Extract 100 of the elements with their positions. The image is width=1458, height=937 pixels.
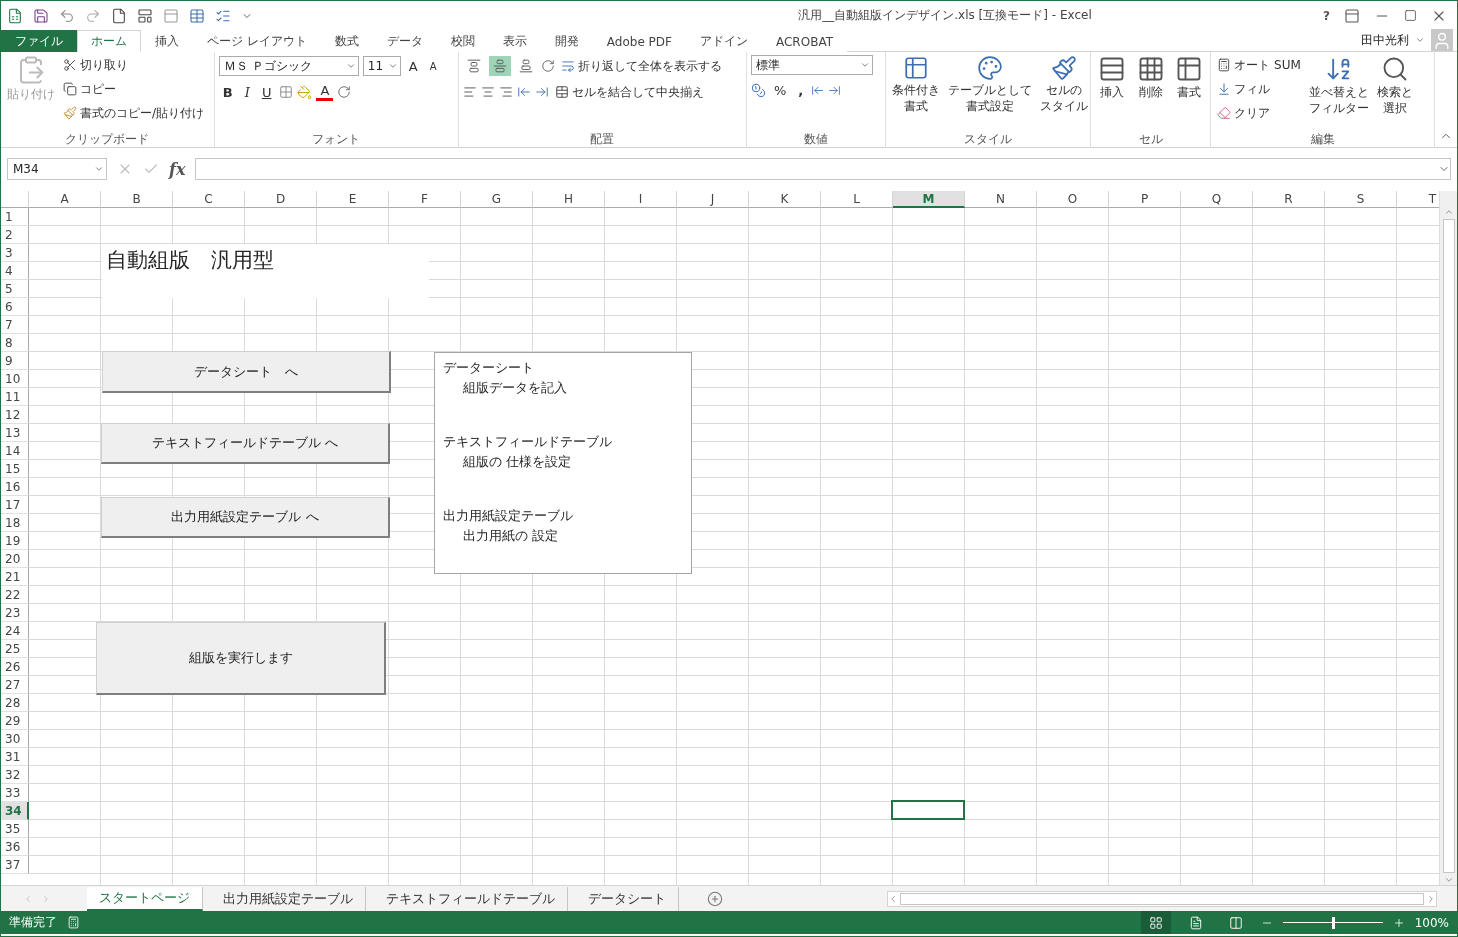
column-header[interactable]: H	[533, 191, 605, 208]
format-painter-button[interactable]: 書式のコピー/貼り付け	[61, 103, 207, 123]
new-file-icon[interactable]	[111, 7, 127, 24]
layout-icon[interactable]	[137, 7, 153, 24]
column-header[interactable]: J	[677, 191, 749, 208]
row-header[interactable]: 26	[1, 658, 29, 676]
cut-button[interactable]: 切り取り	[61, 55, 207, 75]
scroll-right-icon[interactable]	[1426, 893, 1436, 904]
cell-button[interactable]: 削除	[1133, 55, 1168, 131]
column-header[interactable]: G	[461, 191, 533, 208]
ribbon-display-icon[interactable]	[1344, 7, 1360, 24]
row-header[interactable]: 37	[1, 856, 29, 874]
row-header[interactable]: 34	[1, 802, 29, 820]
sheet-tab[interactable]: 出力用紙設定テーブル	[211, 886, 366, 911]
comma-button[interactable]: ,	[794, 80, 808, 100]
scrollbar-thumb[interactable]	[900, 892, 1424, 905]
row-header[interactable]: 13	[1, 424, 29, 442]
column-header[interactable]: S	[1325, 191, 1397, 208]
number-format-field[interactable]: 標準	[750, 55, 873, 75]
scrollbar-thumb[interactable]	[1442, 219, 1455, 873]
column-header[interactable]: P	[1109, 191, 1181, 208]
row-header[interactable]: 36	[1, 838, 29, 856]
row-header[interactable]: 35	[1, 820, 29, 838]
dropdown-icon[interactable]	[859, 60, 870, 70]
ribbon-tab[interactable]: ホーム	[77, 30, 141, 52]
merge-center-button[interactable]: セルを結合して中央揃え	[552, 82, 706, 102]
percent-button[interactable]: %	[769, 80, 791, 100]
column-header[interactable]: B	[101, 191, 173, 208]
row-header[interactable]: 22	[1, 586, 29, 604]
save-icon[interactable]	[33, 7, 49, 24]
wrap-text-button[interactable]: 折り返して全体を表示する	[558, 56, 724, 76]
decrease-indent-icon[interactable]	[516, 85, 531, 99]
grow-font-button[interactable]: A	[404, 56, 422, 76]
row-header[interactable]: 11	[1, 388, 29, 406]
dropdown-icon[interactable]	[387, 61, 398, 71]
row-header[interactable]: 4	[1, 262, 29, 280]
row-header[interactable]: 28	[1, 694, 29, 712]
autosum-button[interactable]: オート SUM	[1215, 55, 1303, 75]
row-header[interactable]: 33	[1, 784, 29, 802]
user-avatar[interactable]	[1431, 29, 1453, 51]
currency-icon[interactable]	[750, 82, 766, 98]
scroll-up-icon[interactable]	[1443, 207, 1454, 217]
row-header[interactable]: 30	[1, 730, 29, 748]
select-all-button[interactable]	[1, 191, 29, 208]
dropdown-icon[interactable]	[345, 61, 356, 71]
row-header[interactable]: 8	[1, 334, 29, 352]
row-header[interactable]: 16	[1, 478, 29, 496]
column-header[interactable]: E	[317, 191, 389, 208]
row-header[interactable]: 15	[1, 460, 29, 478]
style-button[interactable]: 条件付き 書式	[890, 55, 943, 131]
new-sheet-icon[interactable]	[707, 890, 723, 907]
orientation-icon[interactable]	[540, 59, 555, 73]
user-name[interactable]: 田中光利	[1361, 31, 1409, 49]
column-header[interactable]: F	[389, 191, 461, 208]
row-header[interactable]: 14	[1, 442, 29, 460]
style-button[interactable]: セルの スタイル	[1038, 55, 1091, 131]
align-left-icon[interactable]	[462, 85, 477, 99]
column-header[interactable]: I	[605, 191, 677, 208]
column-header[interactable]: Q	[1181, 191, 1253, 208]
font-color-button[interactable]: A	[316, 83, 334, 101]
row-header[interactable]: 3	[1, 244, 29, 262]
maximize-icon[interactable]	[1404, 9, 1417, 22]
find-select-button[interactable]: 検索と 選択	[1374, 55, 1415, 131]
insert-function-button[interactable]: fx	[169, 159, 186, 179]
column-header[interactable]: O	[1037, 191, 1109, 208]
increase-indent-icon[interactable]	[534, 85, 549, 99]
bold-button[interactable]: B	[218, 82, 237, 102]
zoom-thumb[interactable]	[1331, 916, 1335, 929]
caret-icon[interactable]	[1415, 35, 1425, 45]
column-header[interactable]: L	[821, 191, 893, 208]
macro-button[interactable]: データシート へ	[102, 351, 391, 393]
row-header[interactable]: 29	[1, 712, 29, 730]
undo-icon[interactable]	[59, 7, 75, 24]
row-header[interactable]: 17	[1, 496, 29, 514]
row-header[interactable]: 31	[1, 748, 29, 766]
copy-button[interactable]: コピー	[61, 79, 207, 99]
align-center-icon[interactable]	[480, 85, 495, 99]
row-header[interactable]: 5	[1, 280, 29, 298]
row-header[interactable]: 20	[1, 550, 29, 568]
file-tab[interactable]: ファイル	[1, 30, 77, 52]
zoom-level[interactable]: 100%	[1414, 915, 1449, 930]
sheet-tab[interactable]: テキストフィールドテーブル	[374, 886, 568, 911]
row-header[interactable]: 9	[1, 352, 29, 370]
column-header[interactable]: A	[29, 191, 101, 208]
row-header[interactable]: 25	[1, 640, 29, 658]
scroll-down-icon[interactable]	[1443, 875, 1454, 885]
row-header[interactable]: 32	[1, 766, 29, 784]
row-header[interactable]: 1	[1, 208, 29, 226]
table-icon[interactable]	[189, 7, 205, 24]
sheet-tab[interactable]: データシート	[576, 886, 679, 911]
font-size-field[interactable]: 11	[362, 56, 401, 76]
row-header[interactable]: 23	[1, 604, 29, 622]
vertical-align-button[interactable]	[488, 56, 511, 76]
macro-button[interactable]: テキストフィールドテーブル へ	[101, 423, 390, 464]
row-header[interactable]: 21	[1, 568, 29, 586]
shrink-font-button[interactable]: A	[425, 56, 441, 76]
sheet-tab[interactable]: スタートページ	[87, 886, 203, 911]
column-header[interactable]: R	[1253, 191, 1325, 208]
view-button[interactable]	[1140, 911, 1171, 934]
formula-input[interactable]	[195, 158, 1451, 180]
